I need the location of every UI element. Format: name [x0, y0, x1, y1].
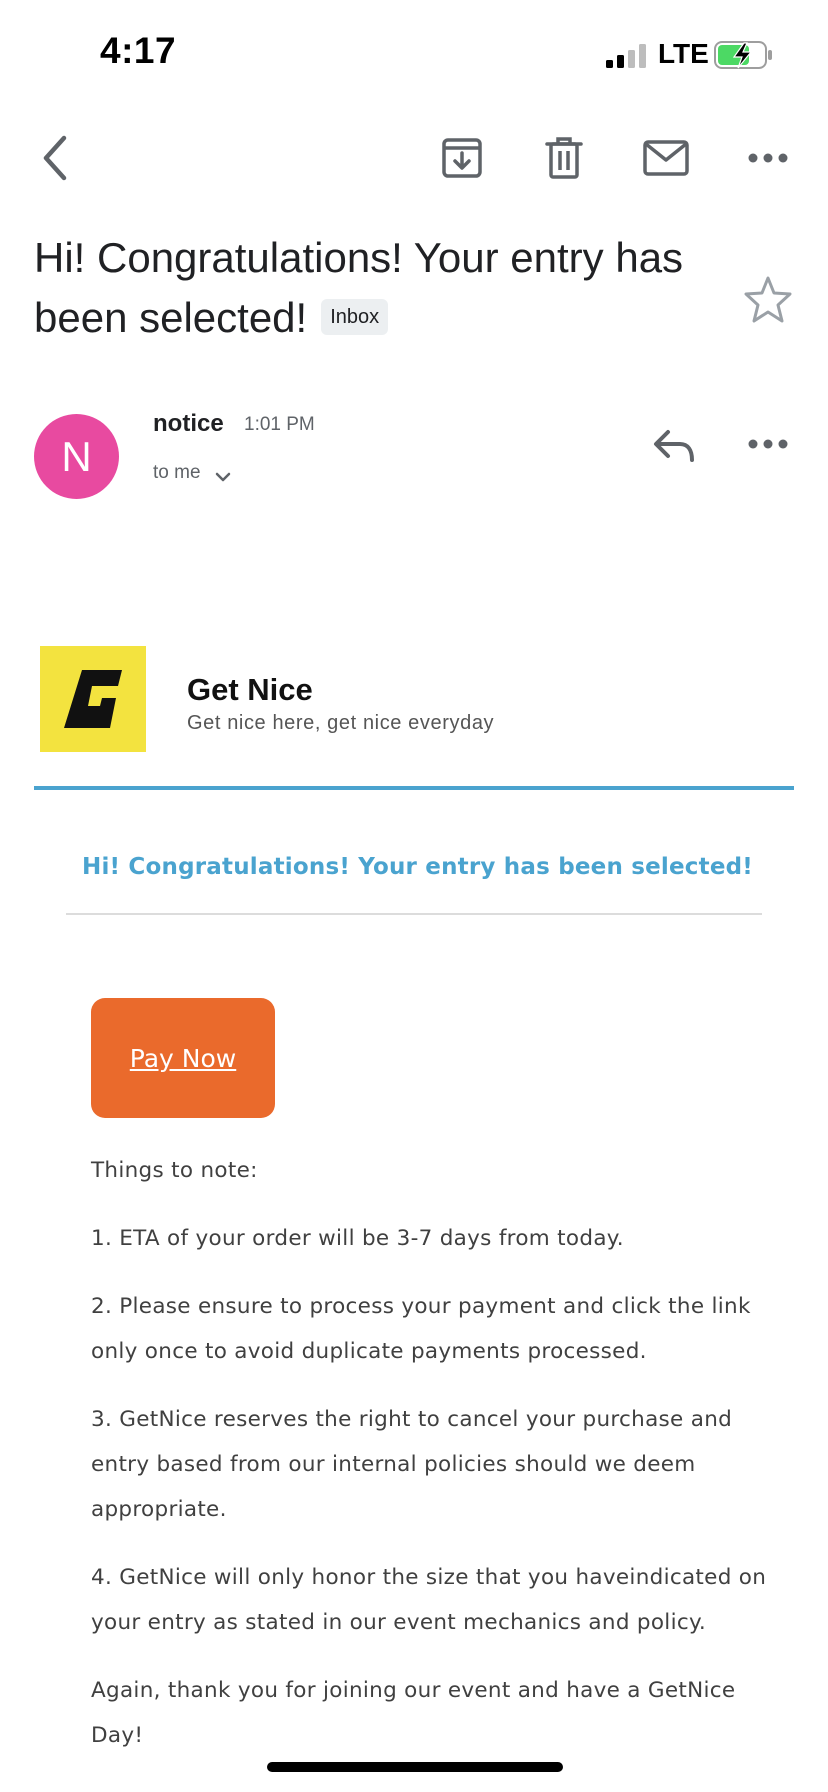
archive-icon: [442, 138, 482, 178]
trash-icon: [545, 137, 583, 179]
email-headline: Hi! Congratulations! Your entry has been…: [82, 854, 753, 880]
chevron-left-icon: [43, 135, 67, 181]
star-icon[interactable]: [742, 274, 794, 326]
home-indicator[interactable]: [267, 1762, 563, 1772]
mark-unread-button[interactable]: [638, 130, 694, 186]
more-horizontal-icon: [748, 153, 788, 163]
note-item: 4. GetNice will only honor the size that…: [91, 1565, 767, 1635]
more-options-button[interactable]: [740, 130, 796, 186]
reply-icon: [654, 430, 694, 462]
brand-logo-g-icon: [64, 670, 122, 728]
brand-tagline: Get nice here, get nice everyday: [187, 712, 495, 734]
brand-name: Get Nice: [187, 672, 313, 707]
more-horizontal-icon: [748, 439, 788, 449]
note-item: 3. GetNice reserves the right to cancel …: [91, 1407, 733, 1522]
battery-charging-icon: [714, 41, 772, 69]
header-divider: [34, 786, 794, 790]
notes-section: Things to note: 1. ETA of your order wil…: [91, 1148, 771, 1781]
signal-icon: [606, 44, 646, 68]
sent-time: 1:01 PM: [244, 414, 315, 435]
sender-name: notice: [153, 410, 224, 437]
recipient-details[interactable]: to me: [153, 462, 201, 484]
email-subject: Hi! Congratulations! Your entry has been…: [34, 228, 694, 348]
sender-avatar[interactable]: N: [34, 414, 119, 499]
mail-icon: [643, 140, 689, 176]
inbox-label-badge[interactable]: Inbox: [321, 298, 389, 335]
closing-text: Again, thank you for joining our event a…: [91, 1678, 736, 1748]
back-button[interactable]: [28, 130, 84, 186]
reply-button[interactable]: [648, 418, 704, 474]
brand-logo: [40, 646, 146, 752]
pay-now-label[interactable]: Pay Now: [130, 1044, 236, 1073]
note-item: 1. ETA of your order will be 3-7 days fr…: [91, 1226, 624, 1251]
status-time: 4:17: [100, 30, 177, 71]
chevron-down-icon[interactable]: [214, 468, 232, 486]
note-item: 2. Please ensure to process your payment…: [91, 1294, 751, 1364]
notes-title: Things to note:: [91, 1158, 258, 1183]
section-divider: [66, 913, 762, 915]
delete-button[interactable]: [536, 130, 592, 186]
network-type: LTE: [658, 38, 709, 69]
pay-now-button[interactable]: Pay Now: [91, 998, 275, 1118]
message-more-button[interactable]: [740, 416, 796, 472]
archive-button[interactable]: [434, 130, 490, 186]
